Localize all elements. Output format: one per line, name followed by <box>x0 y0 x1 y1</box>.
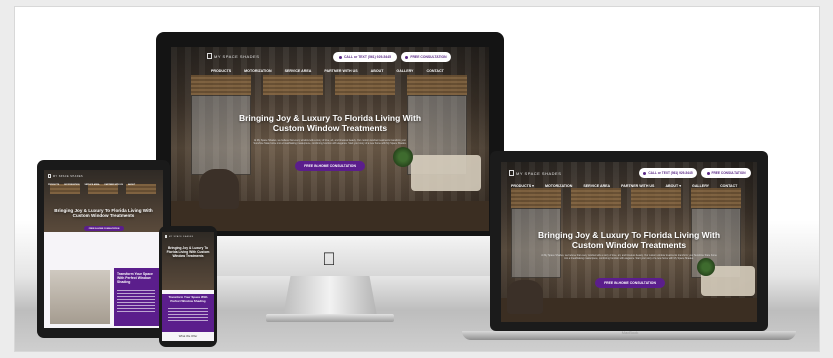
imac-stand-foot <box>266 314 394 322</box>
window-blind <box>335 75 395 95</box>
call-button[interactable]: CALL or TEXT (561) 929-5445 <box>639 168 697 178</box>
feature-body <box>117 290 155 312</box>
main-nav: PRODUCTS MOTORIZATION SERVICE AREA PARTN… <box>48 184 135 186</box>
free-in-home-consultation-button[interactable]: FREE IN-HOME CONSULTATION <box>595 278 665 288</box>
armchair <box>199 169 239 209</box>
hero-title: Bringing Joy & Luxury To Florida Living … <box>537 230 721 250</box>
calendar-icon <box>706 171 710 175</box>
nav-partner[interactable]: PARTNER WITH US <box>324 69 357 73</box>
nav-partner[interactable]: PARTNER WITH US <box>104 184 123 186</box>
imac-screen: MY SPACE SHADES CALL or TEXT (561) 929-5… <box>171 47 489 231</box>
call-label: CALL or TEXT (561) 929-5445 <box>648 171 693 175</box>
plant <box>393 147 413 167</box>
window-blind <box>511 188 561 208</box>
ipad-screen: MY SPACE SHADES PRODUCTS MOTORIZATION SE… <box>44 170 163 328</box>
call-label: CALL or TEXT (561) 929-5445 <box>343 55 392 59</box>
window-blind <box>691 188 741 208</box>
main-nav: PRODUCTS ▾ MOTORIZATION SERVICE AREA PAR… <box>511 184 737 188</box>
hero-body: At My Space Shades, we believe that ever… <box>253 139 407 145</box>
logo-mark-icon <box>509 170 514 176</box>
hero-title: Bringing Joy & Luxury To Florida Living … <box>166 246 210 258</box>
hero-body: At My Space Shades, we believe that ever… <box>541 254 717 260</box>
window-blind <box>191 75 251 95</box>
nav-about[interactable]: ABOUT <box>371 69 384 73</box>
window-blind <box>571 188 621 208</box>
iphone-hero <box>162 232 214 290</box>
nav-service-area[interactable]: SERVICE AREA <box>85 184 100 186</box>
feature-body <box>168 308 208 322</box>
window <box>191 95 251 175</box>
site-logo[interactable]: MY SPACE SHADES <box>207 53 259 59</box>
site-logo[interactable]: MY SPACE SHADES <box>509 170 561 176</box>
feature-title: Transform Your Space With Perfect Window… <box>117 272 153 284</box>
sofa <box>411 155 481 191</box>
consult-label: FREE CONSULTATION <box>410 55 447 59</box>
site-logo[interactable]: MY SPACE SHADES <box>48 174 83 178</box>
free-in-home-consultation-button[interactable]: FREE IN-HOME CONSULTATION <box>84 226 124 231</box>
nav-about[interactable]: ABOUT ▾ <box>665 184 681 188</box>
calendar-icon <box>405 55 409 59</box>
main-nav: PRODUCTS MOTORIZATION SERVICE AREA PARTN… <box>211 69 444 73</box>
imac-stand <box>283 276 377 316</box>
nav-gallery[interactable]: GALLERY <box>692 184 709 188</box>
apple-logo-icon:  <box>321 250 337 268</box>
logo-text: MY SPACE SHADES <box>53 174 84 178</box>
macbook-screen: MY SPACE SHADES CALL or TEXT (561) 929-5… <box>501 162 757 322</box>
nav-motorization[interactable]: MOTORIZATION <box>64 184 79 186</box>
macbook-brand: MacBook <box>621 330 639 335</box>
call-button[interactable]: CALL or TEXT (561) 929-5445 <box>333 52 397 62</box>
nav-gallery[interactable]: GALLERY <box>396 69 413 73</box>
nav-contact[interactable]: CONTACT <box>720 184 737 188</box>
logo-text: MY SPACE SHADES <box>169 235 194 238</box>
logo-text: MY SPACE SHADES <box>516 170 562 176</box>
ipad-hero <box>44 170 163 232</box>
nav-partner[interactable]: PARTNER WITH US <box>621 184 654 188</box>
nav-contact[interactable]: CONTACT <box>426 69 443 73</box>
hero-title: Bringing Joy & Luxury To Florida Living … <box>54 208 153 219</box>
nav-service-area[interactable]: SERVICE AREA <box>285 69 312 73</box>
site-logo[interactable]: MY SPACE SHADES <box>165 235 194 238</box>
room-photo <box>50 270 110 324</box>
plant <box>697 258 715 276</box>
nav-products[interactable]: PRODUCTS <box>211 69 231 73</box>
window-blind <box>631 188 681 208</box>
logo-text: MY SPACE SHADES <box>214 53 260 59</box>
iphone-screen: MY SPACE SHADES Bringing Joy & Luxury To… <box>162 232 214 341</box>
free-consultation-button[interactable]: FREE CONSULTATION <box>401 52 451 62</box>
consult-label: FREE CONSULTATION <box>711 171 746 175</box>
feature-title: Transform Your Space With Perfect Window… <box>168 295 208 303</box>
hero-title: Bringing Joy & Luxury To Florida Living … <box>238 113 422 133</box>
window-blind <box>263 75 323 95</box>
nav-products[interactable]: PRODUCTS <box>48 184 59 186</box>
nav-motorization[interactable]: MOTORIZATION <box>545 184 572 188</box>
free-in-home-consultation-button[interactable]: FREE IN-HOME CONSULTATION <box>295 161 365 171</box>
nav-products[interactable]: PRODUCTS ▾ <box>511 184 534 188</box>
window-blind <box>407 75 467 95</box>
phone-icon <box>643 171 647 175</box>
free-consultation-button[interactable]: FREE CONSULTATION <box>701 168 751 178</box>
what-we-offer-heading: What We Offer <box>178 334 198 338</box>
logo-mark-icon <box>207 53 212 59</box>
nav-about[interactable]: ABOUT <box>128 184 135 186</box>
nav-motorization[interactable]: MOTORIZATION <box>244 69 271 73</box>
armchair <box>507 280 543 314</box>
logo-mark-icon <box>165 235 167 238</box>
phone-icon <box>338 55 342 59</box>
logo-mark-icon <box>48 174 51 178</box>
nav-service-area[interactable]: SERVICE AREA <box>583 184 610 188</box>
